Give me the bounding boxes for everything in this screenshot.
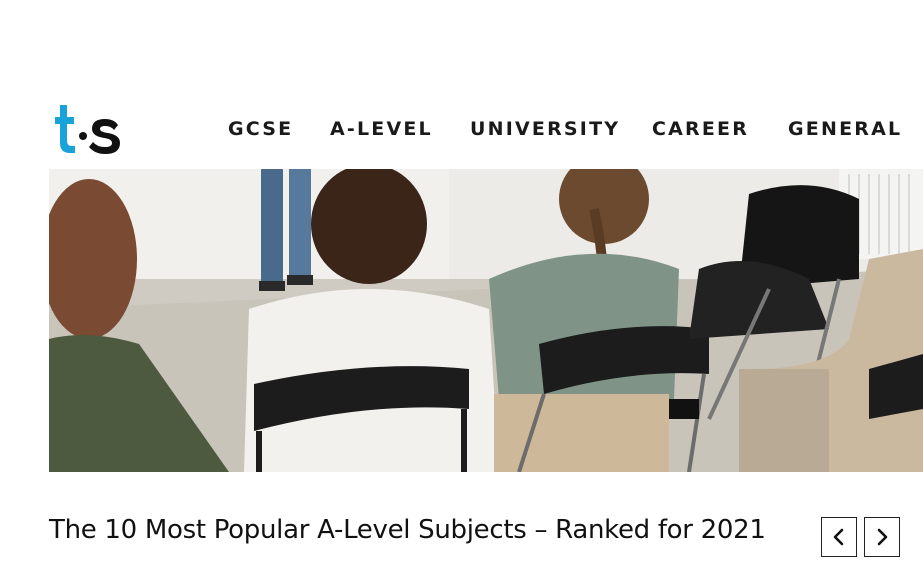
nav-item-a-level[interactable]: A-LEVEL xyxy=(330,118,433,140)
main-nav: GCSE A-LEVEL UNIVERSITY CAREER GENERAL xyxy=(0,118,923,148)
nav-item-gcse[interactable]: GCSE xyxy=(228,118,293,140)
chevron-right-icon xyxy=(877,528,888,546)
nav-item-career[interactable]: CAREER xyxy=(652,118,749,140)
carousel-next-button[interactable] xyxy=(864,517,900,557)
nav-item-general[interactable]: GENERAL xyxy=(788,118,902,140)
hero-image[interactable] xyxy=(49,169,923,472)
classroom-photo xyxy=(49,169,923,472)
carousel-prev-button[interactable] xyxy=(821,517,857,557)
nav-item-university[interactable]: UNIVERSITY xyxy=(470,118,620,140)
article-title[interactable]: The 10 Most Popular A-Level Subjects – R… xyxy=(49,515,769,546)
chevron-left-icon xyxy=(833,528,844,546)
